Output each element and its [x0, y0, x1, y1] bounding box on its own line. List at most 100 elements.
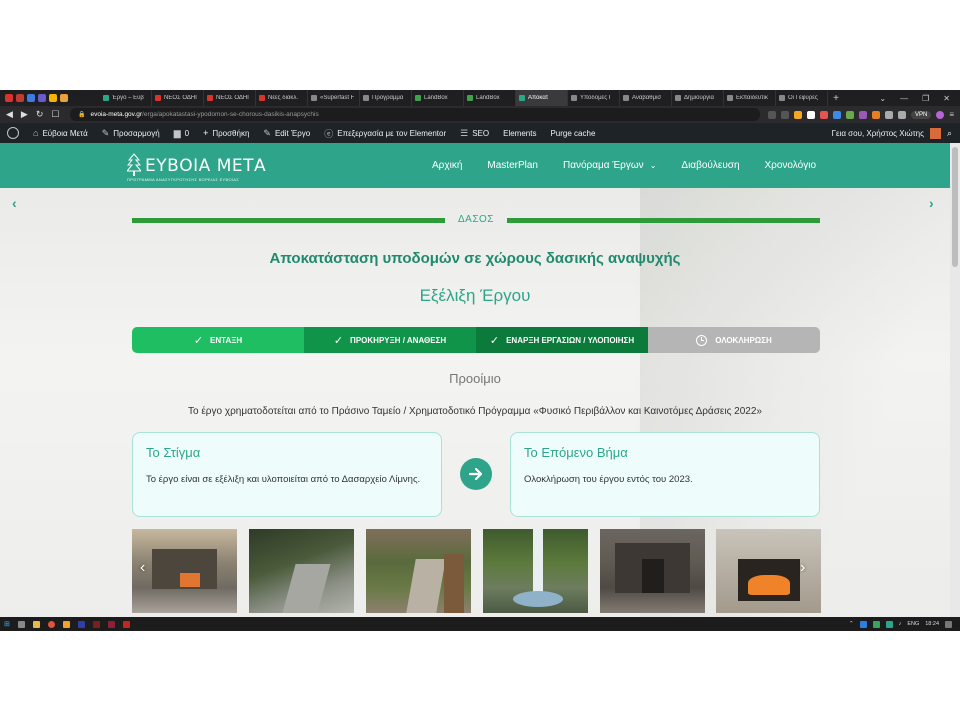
- reload-icon[interactable]: ↻: [36, 109, 44, 120]
- cloud-icon[interactable]: [859, 620, 867, 628]
- elementor-icon: ⓔ: [324, 128, 334, 139]
- wp-logo-button[interactable]: [0, 123, 26, 143]
- browser-tab[interactable]: Αναβάθμισ: [620, 90, 672, 106]
- maximize-icon[interactable]: ❐: [922, 94, 929, 103]
- tray-chevron-icon[interactable]: ⌃: [849, 621, 854, 627]
- scrollbar-thumb[interactable]: [952, 147, 958, 267]
- shield-icon[interactable]: [806, 110, 815, 119]
- browser-tab[interactable]: Υποδομές Γ: [568, 90, 620, 106]
- browser-tab[interactable]: ΝΕΟΣ ΟΔΗΓ: [204, 90, 256, 106]
- language-indicator[interactable]: ENG: [907, 621, 919, 627]
- extension-icon[interactable]: [871, 110, 880, 119]
- gallery-photo-walkway[interactable]: [366, 529, 471, 613]
- new-content-link[interactable]: + Προσθήκη: [196, 123, 256, 143]
- browser-tab[interactable]: Έργο – Εύβ: [100, 90, 152, 106]
- photo-gallery: ‹ ›: [132, 529, 821, 613]
- tab-favicon-icon: [259, 95, 265, 101]
- edit-link[interactable]: ✎ Edit Έργο: [256, 123, 317, 143]
- browser-tab[interactable]: Εκπαιδευτικ: [724, 90, 776, 106]
- browser-tab[interactable]: Πρόγραμμα: [360, 90, 412, 106]
- app-icon[interactable]: [62, 620, 70, 628]
- minimize-icon[interactable]: —: [900, 94, 908, 103]
- site-name-link[interactable]: ⌂ Εύβοια Μετά: [26, 123, 95, 143]
- browser-tab[interactable]: Οι Γέφυρες: [776, 90, 828, 106]
- new-tab-icon[interactable]: +: [828, 93, 844, 104]
- menu-icon[interactable]: ≡: [949, 110, 954, 119]
- account-menu[interactable]: Γεια σου, Χρήστος Χιώτης ⌕: [832, 127, 960, 139]
- back-icon[interactable]: ◀: [6, 109, 13, 120]
- screen: Έργο – Εύβ ΝΕΟΣ ΟΔΗΓ ΝΕΟΣ ΟΔΗΓ Νέες διακλ. «…: [0, 90, 960, 631]
- nav-projects[interactable]: Πανόραμα Έργων ⌄: [563, 160, 656, 171]
- browser-tab[interactable]: ΝΕΟΣ ΟΔΗΓ: [152, 90, 204, 106]
- purge-cache-link[interactable]: Purge cache: [543, 123, 602, 143]
- illustrator-icon[interactable]: [92, 620, 100, 628]
- notes-icon[interactable]: [60, 94, 68, 102]
- page-scrollbar[interactable]: [950, 143, 960, 617]
- app-icon[interactable]: [38, 94, 46, 102]
- tab-title: Έργο – Εύβ: [112, 95, 144, 101]
- close-window-icon[interactable]: ✕: [943, 94, 950, 103]
- vpn-button[interactable]: VPN: [910, 110, 932, 119]
- notification-icon[interactable]: [945, 620, 952, 628]
- next-project-icon[interactable]: ›: [929, 195, 934, 211]
- browser-tab[interactable]: Νέες διακλ.: [256, 90, 308, 106]
- search-icon[interactable]: ⌕: [947, 128, 952, 139]
- comment-icon: ▆: [173, 127, 181, 138]
- elementor-link[interactable]: ⓔ Επεξεργασία με τον Elementor: [317, 123, 453, 143]
- extension-icon[interactable]: [832, 110, 841, 119]
- prev-project-icon[interactable]: ‹: [12, 195, 17, 211]
- comments-link[interactable]: ▆ 0: [167, 123, 196, 143]
- pdf-icon[interactable]: [122, 620, 130, 628]
- extension-icon[interactable]: [845, 110, 854, 119]
- extension-icon[interactable]: [858, 110, 867, 119]
- gallery-photo-waterfall[interactable]: [483, 529, 588, 613]
- category-label[interactable]: ΔΑΣΟΣ: [446, 214, 506, 225]
- tab-title: Αποκατ: [528, 95, 549, 101]
- keep-icon[interactable]: [49, 94, 57, 102]
- elements-link[interactable]: Elements: [496, 123, 543, 143]
- zoom-icon[interactable]: [767, 110, 776, 119]
- bookmark-icon[interactable]: ☐: [51, 109, 59, 120]
- nav-timeline[interactable]: Χρονολόγιο: [765, 160, 816, 171]
- tab-title: Δημιουργία: [684, 95, 714, 101]
- nav-consultation[interactable]: Διαβούλευση: [681, 160, 739, 171]
- browser-tab[interactable]: «Superfast F: [308, 90, 360, 106]
- browser-tab[interactable]: Δημιουργία: [672, 90, 724, 106]
- tab-title: Εκπαιδευτικ: [736, 95, 768, 101]
- forward-icon[interactable]: ▶: [21, 109, 28, 120]
- gallery-next-icon[interactable]: ›: [800, 559, 805, 577]
- profile-icon[interactable]: [936, 110, 945, 119]
- tray-app-icon[interactable]: [872, 620, 880, 628]
- share-icon[interactable]: [780, 110, 789, 119]
- tab-search-icon[interactable]: ⌄: [879, 94, 886, 103]
- puzzle-icon[interactable]: [884, 110, 893, 119]
- nav-home[interactable]: Αρχική: [432, 160, 462, 171]
- clock[interactable]: 18:24: [925, 621, 939, 627]
- browser-tab[interactable]: LandBox: [412, 90, 464, 106]
- gmail-icon[interactable]: [16, 94, 24, 102]
- extension-icon[interactable]: [819, 110, 828, 119]
- customize-link[interactable]: ✎ Προσαρμογή: [95, 123, 167, 143]
- url-field[interactable]: 🔒 evoia-meta.gov.gr /erga/apokatastasi-y…: [70, 108, 760, 121]
- star-icon[interactable]: [793, 110, 802, 119]
- browser-tab[interactable]: LandBox: [464, 90, 516, 106]
- download-icon[interactable]: [897, 110, 906, 119]
- indesign-icon[interactable]: [107, 620, 115, 628]
- gmail-icon[interactable]: [5, 94, 13, 102]
- gallery-prev-icon[interactable]: ‹: [140, 559, 145, 577]
- gallery-photo-building[interactable]: [600, 529, 705, 613]
- browser-tab[interactable]: Αποκατ: [516, 90, 568, 106]
- task-view-icon[interactable]: [17, 620, 25, 628]
- nav-masterplan[interactable]: MasterPlan: [487, 160, 538, 171]
- tray-app-icon[interactable]: [885, 620, 893, 628]
- seo-link[interactable]: ☰ SEO: [453, 123, 496, 143]
- photoshop-icon[interactable]: [77, 620, 85, 628]
- gallery-photo-path[interactable]: [249, 529, 354, 613]
- calendar-icon[interactable]: [27, 94, 35, 102]
- tab-title: LandBox: [476, 95, 500, 101]
- speaker-icon[interactable]: ♪: [899, 621, 902, 627]
- browser-icon[interactable]: [47, 620, 55, 628]
- file-explorer-icon[interactable]: [32, 620, 40, 628]
- gallery-photo-shelter[interactable]: [132, 529, 237, 613]
- windows-start-icon[interactable]: ⊞: [4, 620, 10, 628]
